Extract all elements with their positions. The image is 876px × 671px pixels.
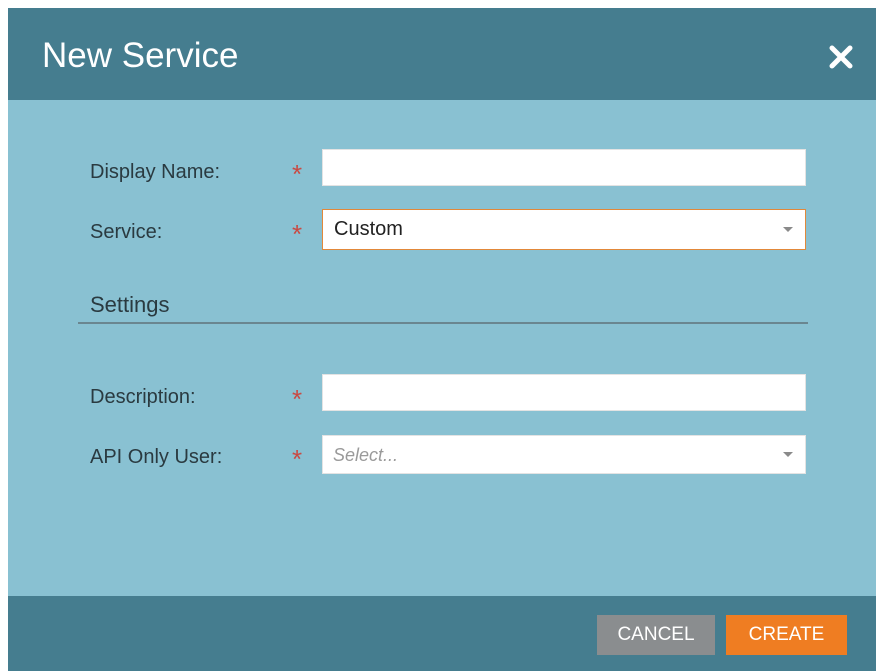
display-name-input[interactable]	[323, 150, 805, 185]
dialog-footer: CANCEL CREATE	[8, 596, 876, 671]
create-button[interactable]: CREATE	[726, 615, 847, 655]
dialog-title: New Service	[42, 36, 239, 75]
required-asterisk: *	[292, 444, 303, 474]
description-input[interactable]	[323, 375, 805, 410]
service-select[interactable]: Custom	[322, 209, 806, 250]
api-only-user-placeholder: Select...	[333, 445, 399, 465]
required-asterisk: *	[292, 384, 303, 414]
api-only-user-select[interactable]: Select...	[322, 435, 806, 474]
api-only-user-label: API Only User:	[90, 446, 223, 468]
required-asterisk: *	[292, 219, 303, 249]
section-divider	[78, 322, 808, 324]
cancel-button[interactable]: CANCEL	[597, 615, 715, 655]
dialog-header: New Service	[8, 8, 876, 100]
description-field[interactable]	[322, 374, 806, 411]
close-icon[interactable]	[828, 44, 854, 70]
service-selected-value: Custom	[334, 218, 403, 240]
display-name-label: Display Name:	[90, 161, 221, 183]
new-service-dialog: New Service Display Name: * Service: * C…	[8, 8, 876, 671]
display-name-field[interactable]	[322, 149, 806, 186]
chevron-down-icon	[783, 227, 793, 232]
required-asterisk: *	[292, 159, 303, 189]
description-label: Description:	[90, 386, 196, 408]
chevron-down-icon	[783, 452, 793, 457]
service-label: Service:	[90, 221, 163, 243]
settings-section-title: Settings	[90, 292, 170, 317]
